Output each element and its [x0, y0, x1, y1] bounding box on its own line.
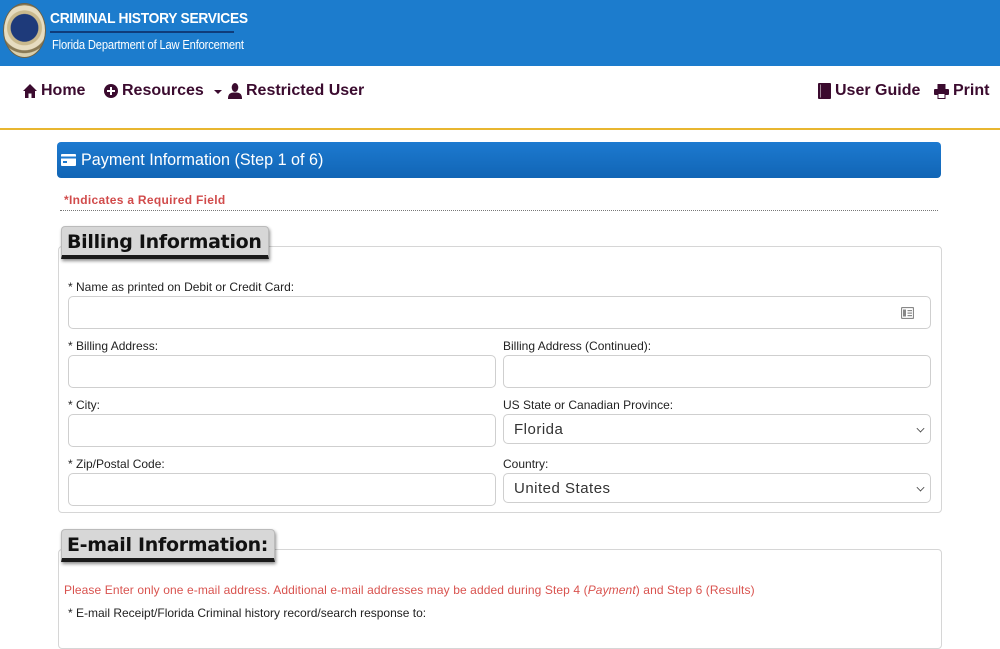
- country-selected-value: United States: [514, 479, 611, 497]
- nav-home-label: Home: [41, 82, 86, 99]
- email-legend: E-mail Information:: [61, 529, 276, 562]
- home-icon: [23, 84, 37, 98]
- zip-label: * Zip/Postal Code:: [68, 457, 165, 471]
- billing-legend: Billing Information: [61, 226, 269, 259]
- credit-card-icon: [61, 154, 76, 166]
- email-panel: [58, 549, 942, 649]
- country-label: Country:: [503, 457, 549, 471]
- user-icon: [228, 83, 242, 99]
- state-selected-value: Florida: [514, 420, 564, 438]
- billing-address-2-label: Billing Address (Continued):: [503, 339, 652, 353]
- plus-circle-icon: [104, 84, 118, 98]
- nav-print[interactable]: Print: [934, 82, 989, 100]
- email-field-label: * E-mail Receipt/Florida Criminal histor…: [68, 606, 427, 620]
- main-nav: Home Resources Restricted User User Guid…: [0, 66, 1000, 130]
- city-input[interactable]: [68, 414, 496, 447]
- nav-print-label: Print: [953, 82, 990, 99]
- nav-user-guide-label: User Guide: [835, 82, 921, 99]
- contact-card-icon: [901, 307, 914, 319]
- billing-address-input[interactable]: [68, 355, 496, 388]
- print-icon: [934, 83, 949, 99]
- chevron-down-icon: [213, 90, 222, 94]
- chevron-down-icon: [916, 483, 925, 492]
- state-label: US State or Canadian Province:: [503, 398, 674, 412]
- email-note-text-end: ) and Step 6 (Results): [635, 583, 755, 597]
- nav-restricted-user-label: Restricted User: [246, 82, 365, 99]
- email-note-emphasis: Payment: [587, 583, 636, 597]
- billing-address-2-input[interactable]: [503, 355, 931, 388]
- country-select[interactable]: United States: [503, 473, 931, 503]
- payment-title: Payment Information (Step 1 of 6): [81, 150, 324, 169]
- site-title: CRIMINAL HISTORY SERVICES: [50, 10, 248, 27]
- nav-restricted-user[interactable]: Restricted User: [228, 82, 364, 100]
- payment-section-header: Payment Information (Step 1 of 6): [57, 142, 941, 178]
- chevron-down-icon: [916, 424, 925, 433]
- fdle-seal-logo[interactable]: [3, 3, 46, 58]
- nav-resources[interactable]: Resources: [104, 82, 222, 100]
- title-divider: [50, 31, 234, 33]
- nav-user-guide[interactable]: User Guide: [818, 82, 920, 100]
- card-name-input[interactable]: [68, 296, 931, 329]
- site-subtitle: Florida Department of Law Enforcement: [52, 37, 244, 52]
- email-note-text: Please Enter only one e-mail address. Ad…: [64, 583, 588, 597]
- book-icon: [818, 83, 831, 99]
- zip-input[interactable]: [68, 473, 496, 506]
- header-banner: CRIMINAL HISTORY SERVICES Florida Depart…: [0, 0, 1000, 66]
- email-note: Please Enter only one e-mail address. Ad…: [64, 583, 755, 597]
- state-select[interactable]: Florida: [503, 414, 931, 444]
- city-label: * City:: [68, 398, 101, 412]
- dotted-divider: [60, 210, 938, 211]
- card-name-label: * Name as printed on Debit or Credit Car…: [68, 280, 295, 294]
- nav-home[interactable]: Home: [23, 82, 85, 100]
- billing-address-label: * Billing Address:: [68, 339, 159, 353]
- nav-resources-label: Resources: [122, 82, 204, 99]
- required-field-note: *Indicates a Required Field: [64, 193, 226, 207]
